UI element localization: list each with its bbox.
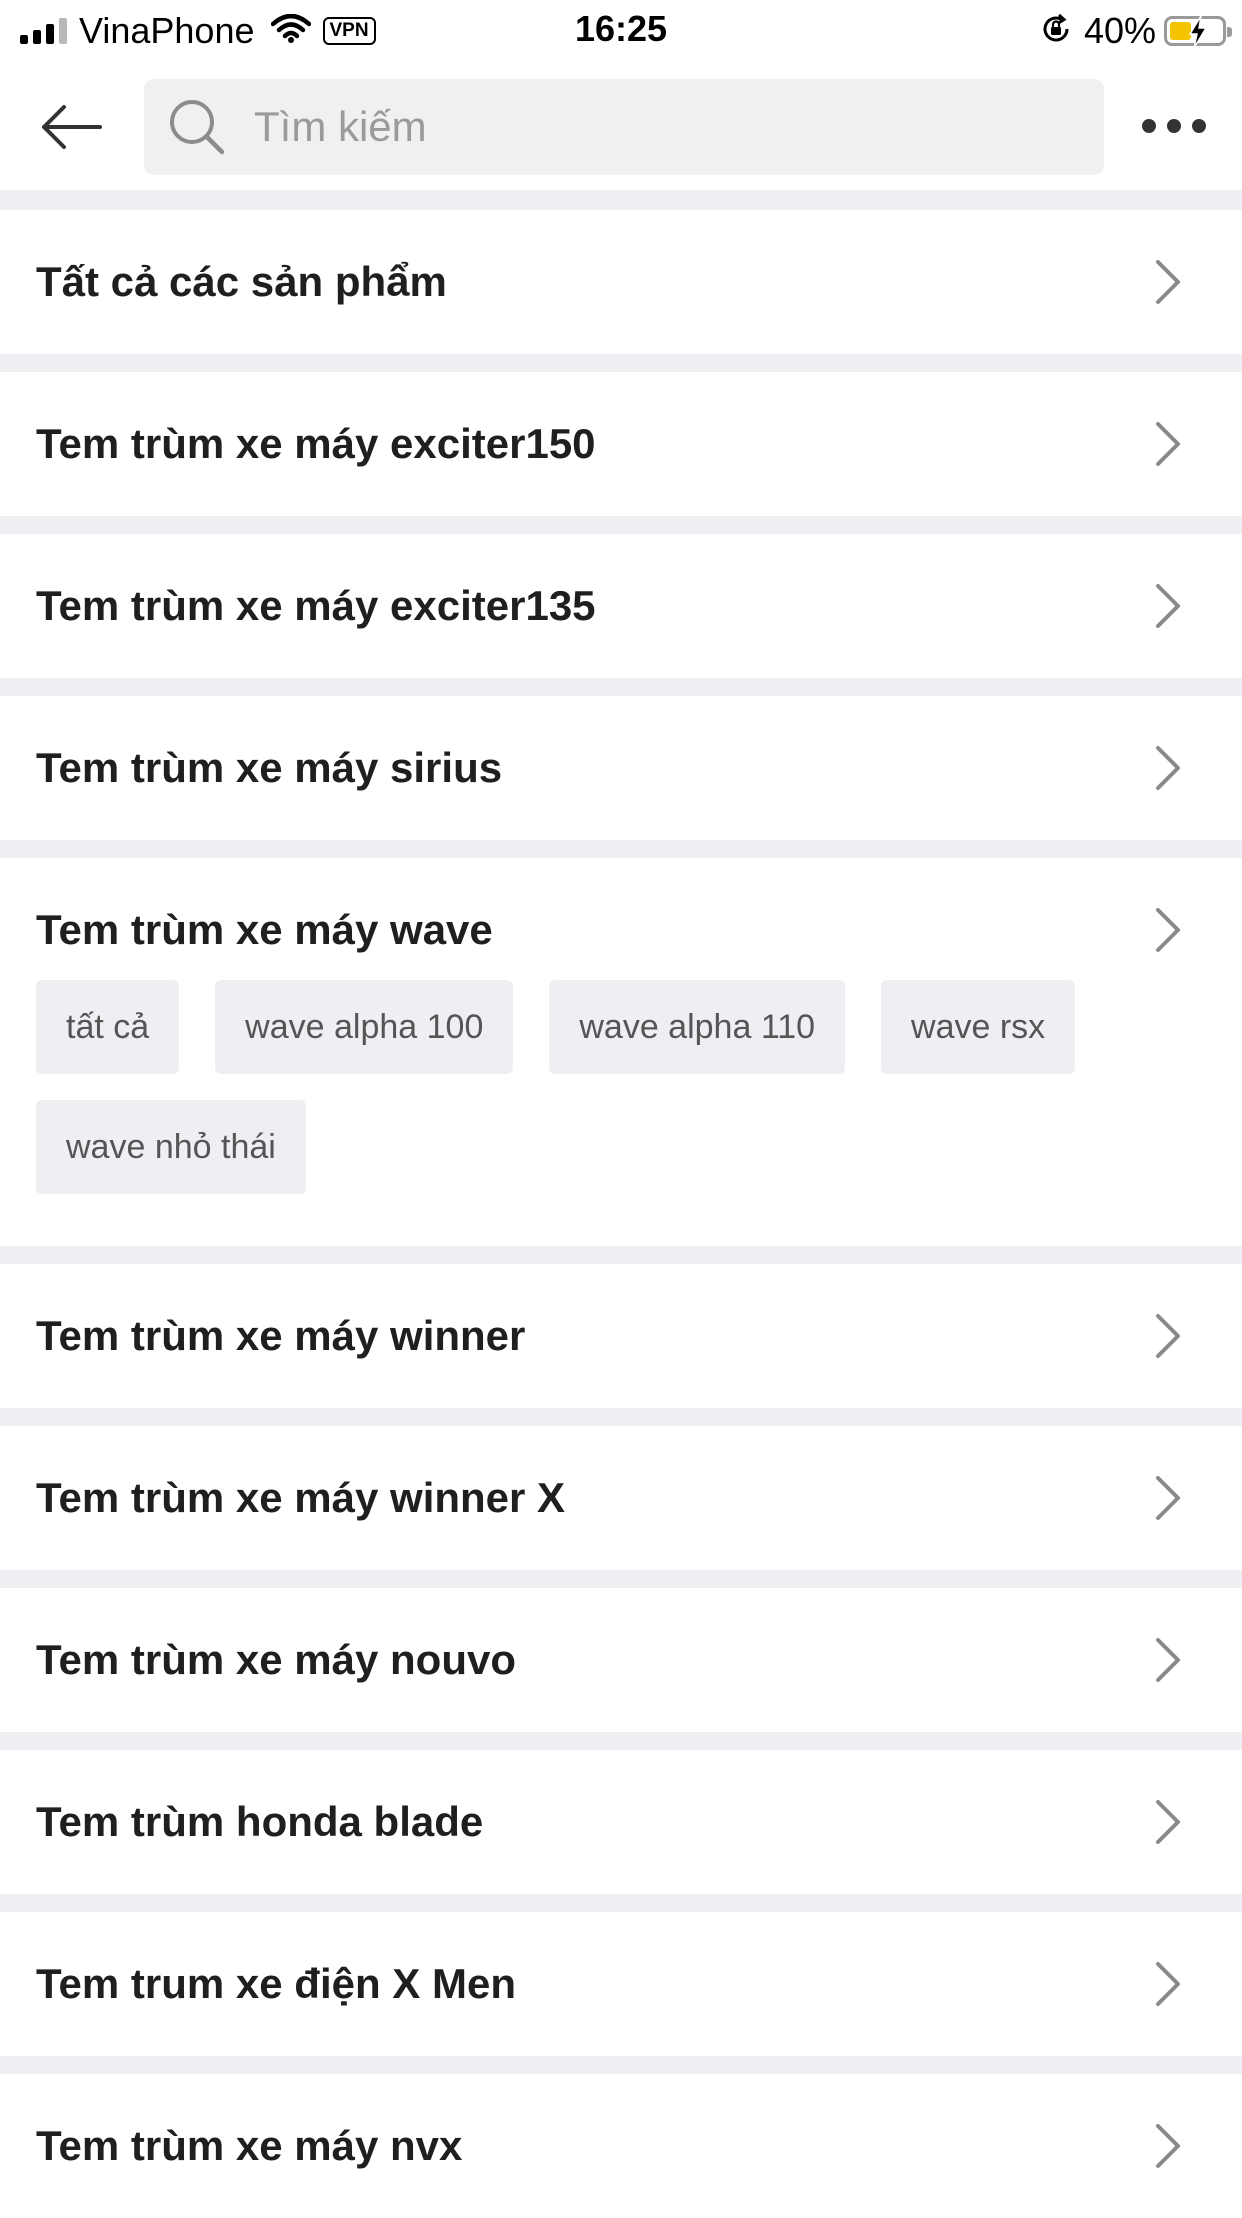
category-item: Tem trùm honda blade [0, 1750, 1242, 1894]
top-nav-bar [0, 62, 1242, 190]
category-row-honda-blade[interactable]: Tem trùm honda blade [0, 1750, 1242, 1894]
category-title: Tem trùm xe máy exciter150 [36, 420, 596, 467]
chevron-right-icon [1154, 1798, 1182, 1846]
charging-bolt-icon [1188, 15, 1208, 49]
search-icon [168, 98, 226, 156]
chevron-right-icon [1154, 1636, 1182, 1684]
category-list: Tất cả các sản phẩm Tem trùm xe máy exci… [0, 190, 1242, 2218]
category-row-sirius[interactable]: Tem trùm xe máy sirius [0, 696, 1242, 840]
subcategory-chip-wave-nho-thai[interactable]: wave nhỏ thái [36, 1100, 306, 1194]
category-title: Tất cả các sản phẩm [36, 258, 447, 305]
category-title: Tem trùm xe máy nvx [36, 2122, 463, 2169]
category-row-nouvo[interactable]: Tem trùm xe máy nouvo [0, 1588, 1242, 1732]
back-arrow-icon [42, 105, 102, 149]
category-row-exciter150[interactable]: Tem trùm xe máy exciter150 [0, 372, 1242, 516]
status-bar: VinaPhone VPN 16:25 40% [0, 0, 1242, 62]
chevron-right-icon [1154, 1960, 1182, 2008]
category-item: Tem trùm xe máy wave tất cả wave alpha 1… [0, 858, 1242, 1246]
battery-percent: 40% [1083, 10, 1156, 51]
category-item: Tem trùm xe máy winner [0, 1264, 1242, 1408]
subcategory-chip-wave-alpha-100[interactable]: wave alpha 100 [215, 980, 514, 1074]
category-row-nvx[interactable]: Tem trùm xe máy nvx [0, 2074, 1242, 2218]
subcategory-chip-wave-alpha-110[interactable]: wave alpha 110 [549, 980, 846, 1074]
search-input[interactable] [254, 87, 1104, 167]
chevron-right-icon [1154, 906, 1182, 954]
chevron-right-icon [1154, 1474, 1182, 1522]
category-title: Tem trùm xe máy exciter135 [36, 582, 596, 629]
category-row-all-products[interactable]: Tất cả các sản phẩm [0, 210, 1242, 354]
category-title: Tem trùm xe máy winner X [36, 1474, 566, 1521]
category-title: Tem trùm xe máy sirius [36, 744, 503, 791]
category-row-winner-x[interactable]: Tem trùm xe máy winner X [0, 1426, 1242, 1570]
search-bar[interactable] [144, 79, 1104, 175]
category-item: Tem trùm xe máy sirius [0, 696, 1242, 840]
category-title: Tem trùm xe máy nouvo [36, 1636, 517, 1683]
category-title: Tem trum xe điện X Men [36, 1960, 516, 2007]
chevron-right-icon [1154, 2122, 1182, 2170]
category-item: Tem trùm xe máy nvx [0, 2074, 1242, 2218]
category-item: Tem trùm xe máy exciter150 [0, 372, 1242, 516]
subcategory-chip-all[interactable]: tất cả [36, 980, 180, 1074]
battery-icon [1164, 15, 1232, 49]
category-item: Tem trùm xe máy winner X [0, 1426, 1242, 1570]
category-item: Tem trum xe điện X Men [0, 1912, 1242, 2056]
category-item: Tem trùm xe máy nouvo [0, 1588, 1242, 1732]
chevron-right-icon [1154, 744, 1182, 792]
rotation-lock-icon [1040, 13, 1072, 50]
more-icon [1142, 119, 1156, 133]
chevron-right-icon [1154, 582, 1182, 630]
back-button[interactable] [36, 92, 106, 162]
category-row-exciter135[interactable]: Tem trùm xe máy exciter135 [0, 534, 1242, 678]
category-row-x-men[interactable]: Tem trum xe điện X Men [0, 1912, 1242, 2056]
chevron-right-icon [1154, 1312, 1182, 1360]
category-title: Tem trùm xe máy wave [36, 906, 493, 953]
category-title: Tem trùm xe máy winner [36, 1312, 526, 1359]
category-item: Tem trùm xe máy exciter135 [0, 534, 1242, 678]
category-row-winner[interactable]: Tem trùm xe máy winner [0, 1264, 1242, 1408]
chevron-right-icon [1154, 258, 1182, 306]
category-title: Tem trùm honda blade [36, 1798, 484, 1845]
subcategory-chips: tất cả wave alpha 100 wave alpha 110 wav… [0, 980, 1242, 1246]
category-item: Tất cả các sản phẩm [0, 210, 1242, 354]
more-options-button[interactable] [1142, 106, 1206, 146]
chevron-right-icon [1154, 420, 1182, 468]
subcategory-chip-wave-rsx[interactable]: wave rsx [881, 980, 1076, 1074]
